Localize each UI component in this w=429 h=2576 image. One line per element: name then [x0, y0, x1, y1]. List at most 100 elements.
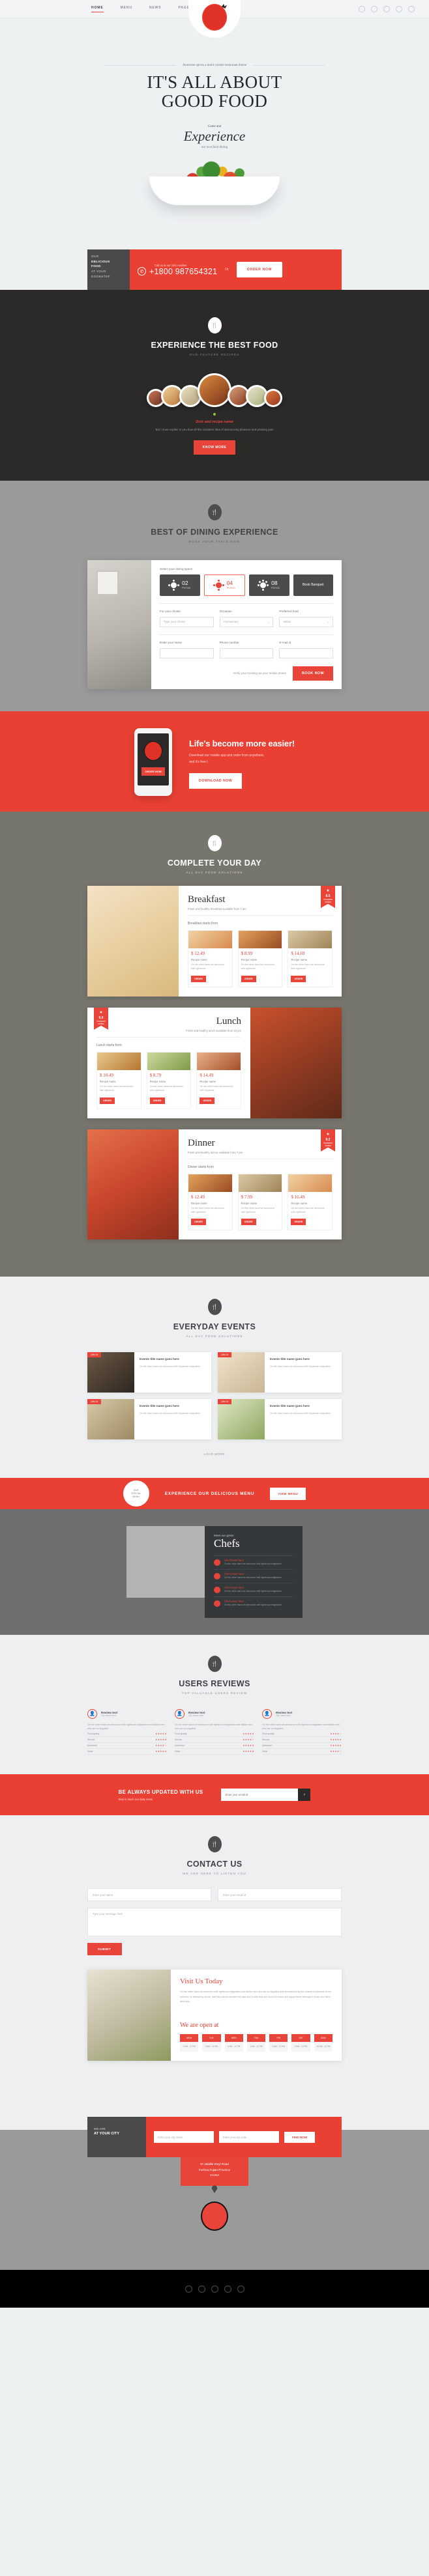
pinterest-icon[interactable] [224, 2285, 231, 2293]
visit-food-image [87, 1970, 171, 2061]
pinterest-icon[interactable] [396, 5, 402, 12]
nav-item-news[interactable]: NEWS [149, 6, 162, 12]
phone-label: Phone number [219, 640, 239, 644]
newsletter-submit-icon[interactable]: › [298, 1789, 311, 1802]
order-button[interactable]: ORDER [241, 1219, 256, 1226]
carousel-active-dot[interactable] [213, 413, 216, 416]
phone-input[interactable] [219, 647, 274, 658]
day-column: SUN 10 AM - 11 PM [314, 2033, 333, 2052]
footer-tomato-logo-icon[interactable] [201, 2201, 228, 2231]
contact-email-input[interactable]: Enter your email id [218, 1888, 342, 1902]
dish-item[interactable]: $ 14.69 Recipe name On the other hand we… [288, 929, 333, 987]
order-button[interactable]: ORDER [291, 1219, 306, 1226]
space-option-08[interactable]: 08 Person [249, 574, 289, 596]
nav-item-home[interactable]: HOME [91, 6, 104, 12]
find-now-button[interactable]: FIND NOW [284, 2131, 316, 2143]
order-button[interactable]: ORDER [100, 1097, 115, 1104]
choice-input[interactable]: Type your choise [160, 616, 214, 627]
phone-number[interactable]: +1800 987654321 [149, 267, 217, 276]
review-metric: Value ★★★★★ [175, 1749, 254, 1755]
chef-name: Chef name here [224, 1559, 244, 1563]
book-banquet-option[interactable]: Book Banquet [293, 574, 333, 596]
twitter-icon[interactable] [198, 2285, 205, 2293]
item-name: Recipe name [200, 1079, 216, 1083]
recipe-carousel[interactable] [0, 373, 429, 408]
order-now-button[interactable]: ORDER NOW [236, 262, 282, 278]
mobile-app-section: ORDER NOW Life's become more easier! Dow… [0, 711, 429, 812]
chef-avatar [214, 1559, 220, 1566]
nav-item-menu[interactable]: MENU [121, 6, 132, 12]
recipe-plate-active[interactable] [198, 373, 231, 408]
pin-code-input[interactable]: Enter your pin code [219, 2131, 279, 2144]
view-menu-button[interactable]: VIEW MENU [270, 1487, 306, 1500]
rss-icon[interactable] [408, 5, 415, 12]
order-button[interactable]: ORDER [191, 975, 206, 982]
chefs-section: Meet our great Chefs Chef name here On t… [0, 1509, 429, 1635]
event-image [218, 1399, 265, 1440]
occasion-select[interactable]: Anniversary ⌄ [219, 616, 274, 627]
space-option-02[interactable]: 02 Person [160, 574, 200, 596]
book-now-button[interactable]: BOOK NOW [292, 666, 333, 681]
order-button[interactable]: ORDER [149, 1097, 165, 1104]
hero-script-word: Experience [183, 128, 246, 145]
order-button[interactable]: ORDER [200, 1097, 215, 1104]
contact-subtitle: WE ARE HERE TO LISTEN YOU [183, 1872, 246, 1876]
contact-message-textarea[interactable]: Type your message here [87, 1908, 342, 1937]
review-name: Review text [276, 1710, 293, 1714]
order-button[interactable]: ORDER [191, 1219, 206, 1226]
chef-list-item[interactable]: Chef name here On the other hand we deno… [214, 1569, 293, 1583]
dish-item[interactable]: $ 8.99 Recipe name On the other hand we … [237, 929, 283, 987]
phone-order-button[interactable]: ORDER NOW [141, 767, 166, 776]
google-plus-icon[interactable] [383, 5, 390, 12]
download-now-button[interactable]: DOWNLOAD NOW [189, 772, 243, 789]
visit-title: Visit Us Today [180, 1977, 223, 1986]
city-bar-label: WE ARE AT YOUR CITY [87, 2117, 146, 2158]
dish-item[interactable]: $ 10.49 Recipe name On the other hand we… [96, 1051, 141, 1109]
event-card[interactable]: Events title name goes here On the other… [87, 1352, 211, 1393]
dish-item[interactable]: $ 7.99 Recipe name On the other hand we … [237, 1173, 283, 1231]
dish-item[interactable]: $ 14.49 Recipe name On the other hand we… [196, 1051, 242, 1109]
review-card: 👤 Review text City name here On the othe… [87, 1708, 167, 1755]
dish-item[interactable]: $ 16.49 Recipe name On the other hand we… [288, 1173, 333, 1231]
know-more-button[interactable]: KNOW MORE [193, 440, 236, 455]
breakfast-name: Breakfast [188, 894, 226, 905]
chef-list-item[interactable]: Chef name here On the other hand we deno… [214, 1596, 293, 1610]
chef-list-item[interactable]: Chef name here On the other hand we deno… [214, 1555, 293, 1569]
name-input[interactable] [160, 647, 214, 658]
item-price: $ 8.99 [241, 950, 253, 956]
contact-submit-button[interactable]: SUBMIT [87, 1943, 122, 1956]
day-column: WED 9 AM - 11 PM [224, 2033, 243, 2052]
user-avatar-icon: 👤 [175, 1708, 185, 1719]
phone-icon: ✆ [138, 267, 146, 276]
facebook-icon[interactable] [359, 5, 365, 12]
google-plus-icon[interactable] [211, 2285, 218, 2293]
review-metric: Food quality ★★★★☆ [262, 1731, 342, 1738]
newsletter-section: BE ALWAYS UPDATED WITH US Stay in touch … [0, 1774, 429, 1816]
twitter-icon[interactable] [371, 5, 377, 12]
dish-item[interactable]: $ 8.79 Recipe name On the other hand we … [146, 1051, 192, 1109]
order-button[interactable]: ORDER [241, 975, 256, 982]
recipe-plate[interactable] [264, 389, 282, 408]
newsletter-email-input[interactable] [221, 1789, 299, 1802]
event-card[interactable]: Events title name goes here On the other… [218, 1399, 342, 1440]
chef-desc: On the other hand we denounce with right… [224, 1603, 282, 1606]
contact-name-input[interactable]: Enter your name [87, 1888, 211, 1902]
order-button[interactable]: ORDER [291, 975, 306, 982]
rss-icon[interactable] [237, 2285, 244, 2293]
special-menu-badge[interactable]: OUR SPECIAL MENU [123, 1480, 149, 1507]
chef-list-item[interactable]: Chef name here On the other hand we deno… [214, 1583, 293, 1596]
tomato-logo-icon[interactable] [202, 4, 227, 31]
dish-item[interactable]: $ 12.49 Recipe name On the other hand we… [188, 929, 233, 987]
food-select[interactable]: Italian ⌄ [279, 616, 334, 627]
facebook-icon[interactable] [185, 2285, 192, 2293]
events-section: 🍴 EVERYDAY EVENTS ALL DAY FOOD SOLUTIONS… [0, 1277, 429, 1479]
event-card[interactable]: Events title name goes here On the other… [218, 1352, 342, 1393]
dish-item[interactable]: $ 12.49 Recipe name On the other hand we… [188, 1173, 233, 1231]
space-option-04[interactable]: 04 Person [203, 574, 245, 596]
event-card[interactable]: Events title name goes here On the other… [87, 1399, 211, 1440]
load-more-button[interactable]: LOAD MORE [0, 1452, 429, 1456]
cutlery-icon: 🍴 [207, 1299, 222, 1316]
email-input[interactable] [279, 647, 334, 658]
city-name-input[interactable]: Enter your city name [154, 2131, 214, 2144]
breakfast-body: Breakfast Fresh and healthy breakfast av… [179, 886, 342, 997]
